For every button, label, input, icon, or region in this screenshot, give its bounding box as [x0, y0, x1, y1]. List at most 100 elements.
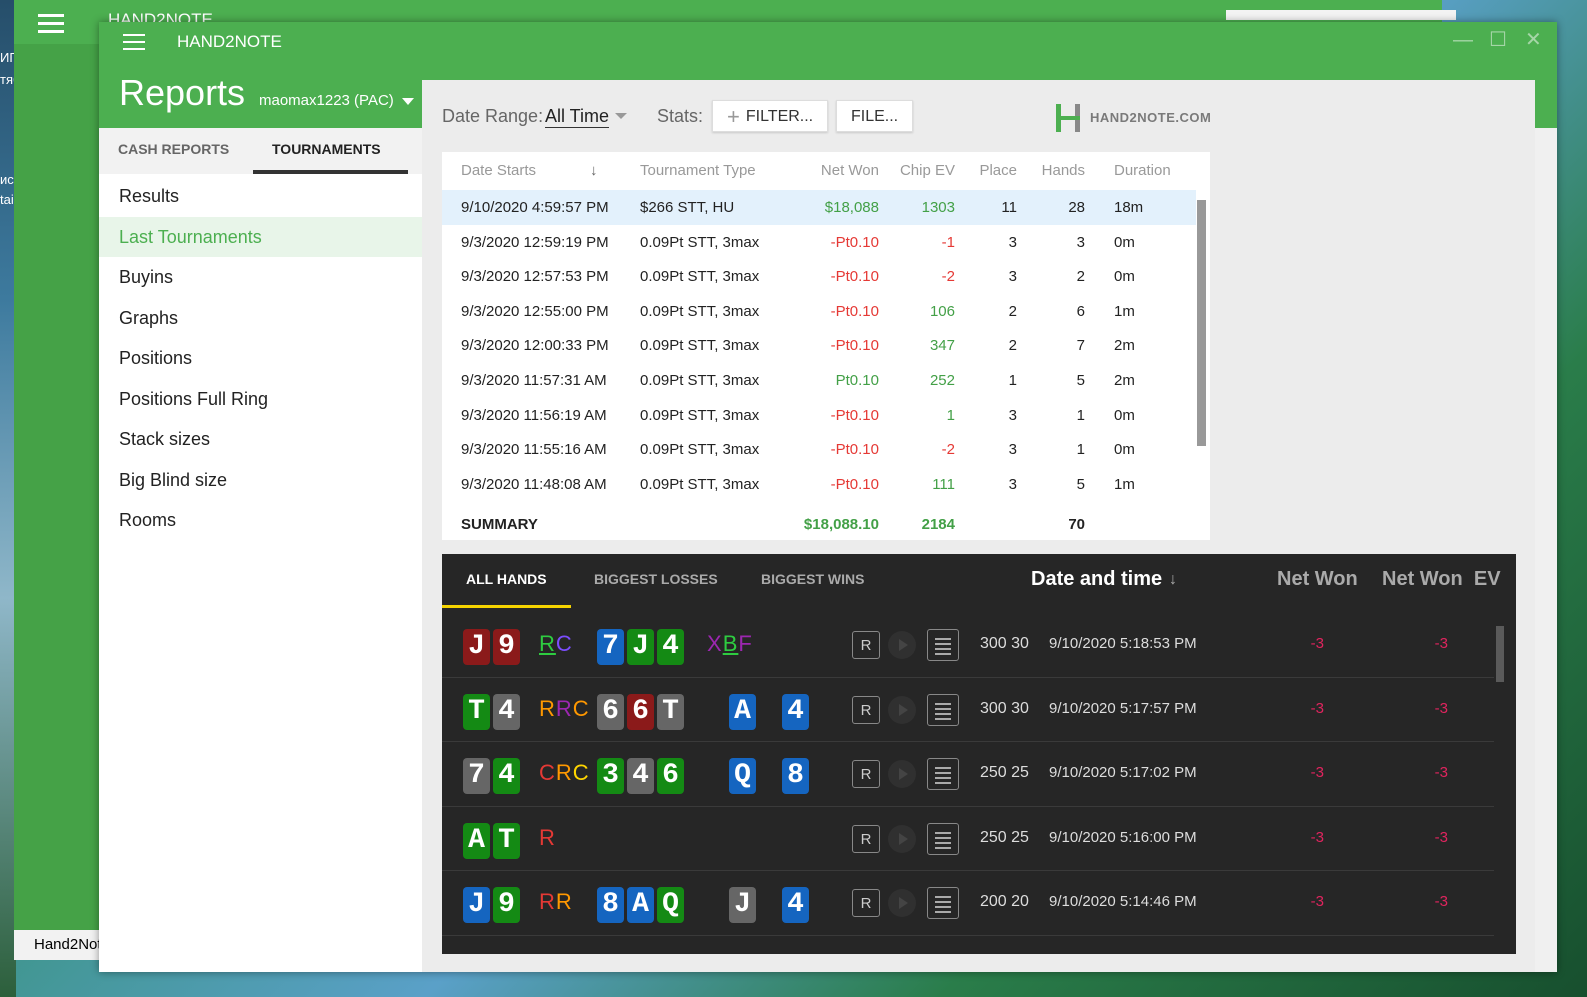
play-icon[interactable] — [888, 889, 916, 918]
notes-icon[interactable] — [927, 887, 959, 920]
sort-arrow-icon[interactable]: ↓ — [1169, 571, 1177, 589]
tab-all-hands[interactable]: ALL HANDS — [442, 554, 571, 608]
date-range-select[interactable]: All Time — [545, 106, 610, 128]
play-icon[interactable] — [888, 631, 916, 659]
menu-item[interactable]: Buyins — [99, 257, 422, 298]
plus-icon: + — [727, 103, 740, 129]
filter-button[interactable]: + FILTER... — [712, 100, 829, 132]
cell-date: 9/3/2020 11:56:19 AM — [461, 406, 607, 424]
menu-item[interactable]: Big Blind size — [99, 460, 422, 501]
hand-row[interactable]: 7 4 CRC 3 4 6 Q 8 R 250 25 9/10/2020 5:17:02 PM -3-… — [442, 742, 1494, 807]
replay-button[interactable]: R — [852, 695, 880, 724]
column-header-net-won-ev[interactable]: Net Won EV — [1382, 568, 1501, 591]
play-icon[interactable] — [888, 695, 916, 724]
notes-icon[interactable] — [927, 822, 959, 855]
playing-card: A — [729, 693, 756, 730]
close-icon[interactable]: ✕ — [1525, 28, 1542, 52]
cell-hands: 28 — [1068, 199, 1085, 216]
replay-button[interactable]: R — [852, 889, 880, 918]
menu-item[interactable]: Positions — [99, 338, 422, 379]
menu-item[interactable]: Rooms — [99, 500, 422, 541]
hand-row[interactable]: J 9 RR 8 A Q J 4 R 200 20 9/10/2020 5:14:46 PM -3 -3 — [442, 871, 1494, 936]
tab-tournaments[interactable]: TOURNAMENTS — [253, 128, 408, 174]
cell-hands: 2 — [1076, 268, 1085, 286]
playing-card: T — [463, 693, 490, 730]
brand-logo[interactable]: HAND2NOTE.COM — [1056, 104, 1211, 132]
column-header-net-won[interactable]: Net Won — [1277, 568, 1358, 591]
playing-card: 9 — [493, 887, 520, 924]
table-row[interactable]: 9/3/2020 11:57:31 AM 0.09Pt STT, 3max Pt0.… — [442, 363, 1196, 398]
table-row[interactable]: 9/3/2020 12:59:19 PM 0.09Pt STT, 3max -Pt0… — [442, 225, 1196, 260]
column-header-type[interactable]: Tournament Type — [640, 162, 756, 179]
table-row[interactable]: 9/3/2020 12:57:53 PM 0.09Pt STT, 3max -Pt0… — [442, 259, 1196, 294]
table-row[interactable]: 9/3/2020 12:55:00 PM 0.09Pt STT, 3max -Pt0… — [442, 294, 1196, 329]
hand-row[interactable]: J 9 RC 7 J 4 XBF R 300 30 9/10/2020 5:18:53 PM -3-… — [442, 613, 1494, 678]
summary-label: SUMMARY — [461, 516, 538, 533]
playing-card: 4 — [493, 693, 520, 730]
hamburger-menu-icon[interactable] — [123, 34, 145, 55]
hands-scrollbar[interactable] — [1496, 620, 1504, 938]
menu-item[interactable]: Positions Full Ring — [99, 379, 422, 420]
maximize-icon[interactable]: ☐ — [1489, 28, 1507, 52]
bg-menu-icon[interactable] — [38, 14, 64, 38]
cell-chip-ev: 1 — [946, 406, 955, 424]
tab-biggest-wins[interactable]: BIGGEST WINS — [761, 554, 864, 605]
cell-net-won: -Pt0.10 — [830, 302, 879, 320]
hand-net-won-ev: -3 — [1434, 893, 1448, 911]
chevron-down-icon[interactable] — [615, 113, 627, 119]
hand-date: 9/10/2020 5:16:00 PM — [1049, 828, 1197, 846]
menu-item[interactable]: Graphs — [99, 298, 422, 339]
hand-row[interactable]: A T R R 250 25 9/10/2020 5:16:00 PM -3 -3 — [442, 807, 1494, 872]
minimize-icon[interactable]: — — [1453, 28, 1473, 52]
cell-duration: 2m — [1114, 372, 1135, 389]
sort-arrow-icon[interactable]: ↓ — [590, 162, 598, 179]
cell-chip-ev: -2 — [941, 268, 955, 286]
table-row[interactable]: 9/3/2020 11:48:08 AM 0.09Pt STT, 3max -Pt0… — [442, 467, 1196, 502]
hand-net-won: -3 — [1310, 764, 1324, 782]
menu-item[interactable]: Last Tournaments — [99, 216, 422, 257]
cell-type: 0.09Pt STT, 3max — [640, 372, 760, 389]
hand-stakes: 300 30 — [980, 699, 1029, 717]
tab-biggest-losses[interactable]: BIGGEST LOSSES — [594, 554, 718, 605]
replay-button[interactable]: R — [852, 824, 880, 853]
action-letter: R — [555, 760, 573, 786]
action-sequence: R — [539, 825, 556, 851]
action-sequence: RRC — [539, 696, 590, 722]
notes-icon[interactable] — [927, 629, 959, 661]
cell-place: 2 — [1008, 302, 1017, 320]
cell-hands: 6 — [1076, 302, 1085, 320]
table-row[interactable]: 9/3/2020 11:55:16 AM 0.09Pt STT, 3max -Pt0… — [442, 432, 1196, 467]
menu-item[interactable]: Stack sizes — [99, 419, 422, 460]
table-row[interactable]: 9/3/2020 11:56:19 AM 0.09Pt STT, 3max -Pt0… — [442, 398, 1196, 433]
tab-cash-reports[interactable]: CASH REPORTS — [99, 128, 248, 174]
hand-row[interactable]: T 4 RRC 6 6 T A 4 R 300 30 9/10/2020 5:17:57 PM -3-… — [442, 678, 1494, 743]
table-row[interactable]: 9/3/2020 12:00:33 PM 0.09Pt STT, 3max -Pt0… — [442, 328, 1196, 363]
file-button[interactable]: FILE... — [836, 100, 914, 132]
column-header-date[interactable]: Date Starts — [461, 162, 536, 179]
column-header-net-won[interactable]: Net Won — [803, 162, 879, 179]
table-row[interactable]: 9/10/2020 4:59:57 PM $266 STT, HU $18,088 1… — [442, 190, 1196, 225]
cell-place: 3 — [1008, 406, 1017, 424]
column-header-date-time[interactable]: Date and time — [1031, 568, 1162, 591]
replay-button[interactable]: R — [852, 631, 880, 659]
play-icon[interactable] — [888, 760, 916, 789]
play-icon[interactable] — [888, 824, 916, 853]
column-header-chip-ev[interactable]: Chip EV — [895, 162, 955, 179]
report-type-tabs: CASH REPORTS TOURNAMENTS — [99, 128, 422, 174]
column-header-place[interactable]: Place — [967, 162, 1017, 179]
toolbar: Date Range: All Time Stats: + FILTER... F… — [422, 80, 1535, 140]
notes-icon[interactable] — [927, 758, 959, 791]
replay-button[interactable]: R — [852, 760, 880, 789]
playing-card: 9 — [493, 629, 520, 665]
taskbar-item[interactable]: Hand2Note — [14, 930, 100, 960]
action-letter: R — [555, 889, 573, 915]
menu-item[interactable]: Results — [99, 176, 422, 217]
notes-icon[interactable] — [927, 693, 959, 726]
column-header-duration[interactable]: Duration — [1114, 162, 1171, 179]
cell-duration: 18m — [1114, 199, 1144, 216]
column-header-hands[interactable]: Hands — [1032, 162, 1085, 179]
account-selector[interactable]: maomax1223 (PAC) — [259, 92, 414, 109]
report-menu: Results Last Tournaments Buyins Graphs Posit… — [99, 176, 422, 541]
playing-card: A — [463, 822, 490, 859]
tournaments-scrollbar[interactable] — [1197, 194, 1206, 504]
